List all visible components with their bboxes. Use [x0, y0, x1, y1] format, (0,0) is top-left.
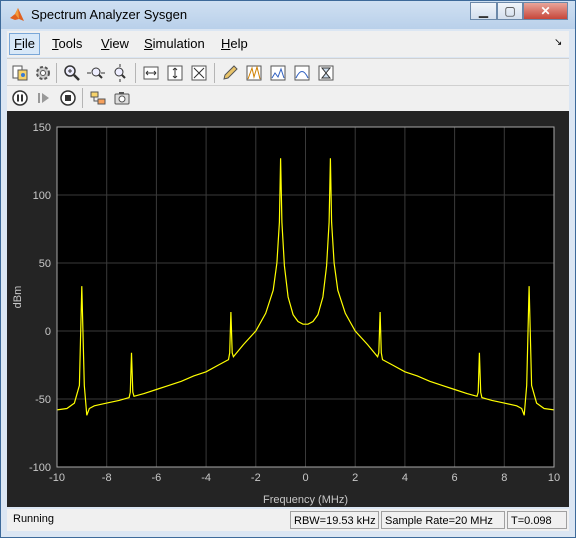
- menu-dock-icon[interactable]: ↘: [554, 37, 562, 48]
- toolbar-separator: [214, 63, 215, 83]
- x-tick-label: 0: [302, 472, 308, 484]
- x-axis-label: Frequency (MHz): [263, 494, 348, 506]
- status-bar: Running RBW=19.53 kHz Sample Rate=20 MHz…: [7, 509, 569, 531]
- stop-icon[interactable]: [58, 88, 78, 108]
- y-tick-label: 100: [33, 190, 51, 202]
- menu-bar: File Tools View Simulation Help ↘: [7, 31, 569, 57]
- simulation-status: Running: [13, 513, 54, 525]
- pause-icon[interactable]: [10, 88, 30, 108]
- title-bar: Spectrum Analyzer Sysgen ▁ ▢ ✕: [1, 1, 575, 29]
- snapshot-camera-icon[interactable]: [112, 88, 132, 108]
- x-tick-label: -10: [49, 472, 65, 484]
- y-tick-label: 150: [33, 122, 51, 134]
- toolbar-separator: [82, 88, 83, 108]
- fit-to-view-icon[interactable]: [189, 63, 209, 83]
- y-axis-label: dBm: [12, 286, 24, 309]
- ccdf-icon[interactable]: [316, 63, 336, 83]
- maximize-button[interactable]: ▢: [497, 2, 523, 20]
- window-title: Spectrum Analyzer Sysgen: [31, 7, 188, 22]
- x-tick-label: 8: [501, 472, 507, 484]
- toolbar-measurements: [7, 58, 569, 86]
- menu-file[interactable]: File: [9, 33, 40, 55]
- step-forward-icon[interactable]: [34, 88, 54, 108]
- highlight-block-icon[interactable]: [88, 88, 108, 108]
- sample-rate-readout: Sample Rate=20 MHz: [381, 511, 505, 529]
- rbw-readout: RBW=19.53 kHz: [290, 511, 379, 529]
- settings-gear-icon[interactable]: [33, 63, 53, 83]
- fit-x-icon[interactable]: [141, 63, 161, 83]
- menu-simulation[interactable]: Simulation: [140, 34, 209, 54]
- x-tick-label: 6: [452, 472, 458, 484]
- close-button[interactable]: ✕: [523, 2, 568, 20]
- zoom-y-icon[interactable]: [110, 63, 130, 83]
- x-tick-label: -2: [251, 472, 261, 484]
- zoom-in-icon[interactable]: [62, 63, 82, 83]
- y-tick-label: -50: [35, 394, 51, 406]
- edit-icon[interactable]: [220, 63, 240, 83]
- y-tick-label: 0: [45, 326, 51, 338]
- menu-help[interactable]: Help: [217, 34, 252, 54]
- x-tick-label: -4: [201, 472, 211, 484]
- toolbar-simulation: [7, 85, 569, 111]
- y-tick-label: 50: [39, 258, 51, 270]
- library-icon[interactable]: [10, 63, 30, 83]
- menu-view[interactable]: View: [97, 34, 133, 54]
- minimize-button[interactable]: ▁: [470, 2, 497, 20]
- x-tick-label: -6: [152, 472, 162, 484]
- x-tick-label: 4: [402, 472, 408, 484]
- fit-y-icon[interactable]: [165, 63, 185, 83]
- zoom-x-icon[interactable]: [86, 63, 106, 83]
- peak-finder-icon[interactable]: [244, 63, 264, 83]
- toolbar-separator: [135, 63, 136, 83]
- plot-area: -10 -8 -6 -4 -2 0 2 4 6 8 10 150 100 50 0 -50 -100 Frequ…: [7, 111, 569, 507]
- distortion-icon[interactable]: [292, 63, 312, 83]
- x-tick-label: 10: [548, 472, 560, 484]
- matlab-app-icon: [10, 8, 24, 21]
- y-tick-label: -100: [29, 462, 51, 474]
- spectrum-chart[interactable]: -10 -8 -6 -4 -2 0 2 4 6 8 10 150 100 50 0 -50 -100 Frequ…: [7, 111, 569, 507]
- spectrum-analyzer-window: Spectrum Analyzer Sysgen ▁ ▢ ✕ File Tool…: [0, 0, 576, 538]
- maximize-icon: ▢: [504, 4, 516, 18]
- menu-tools[interactable]: Tools: [48, 34, 86, 54]
- close-icon: ✕: [540, 4, 551, 18]
- x-tick-label: -8: [102, 472, 112, 484]
- time-readout: T=0.098: [507, 511, 567, 529]
- x-tick-label: 2: [352, 472, 358, 484]
- spectrum-measure-icon[interactable]: [268, 63, 288, 83]
- toolbar-separator: [56, 63, 57, 83]
- minimize-icon: ▁: [478, 4, 489, 18]
